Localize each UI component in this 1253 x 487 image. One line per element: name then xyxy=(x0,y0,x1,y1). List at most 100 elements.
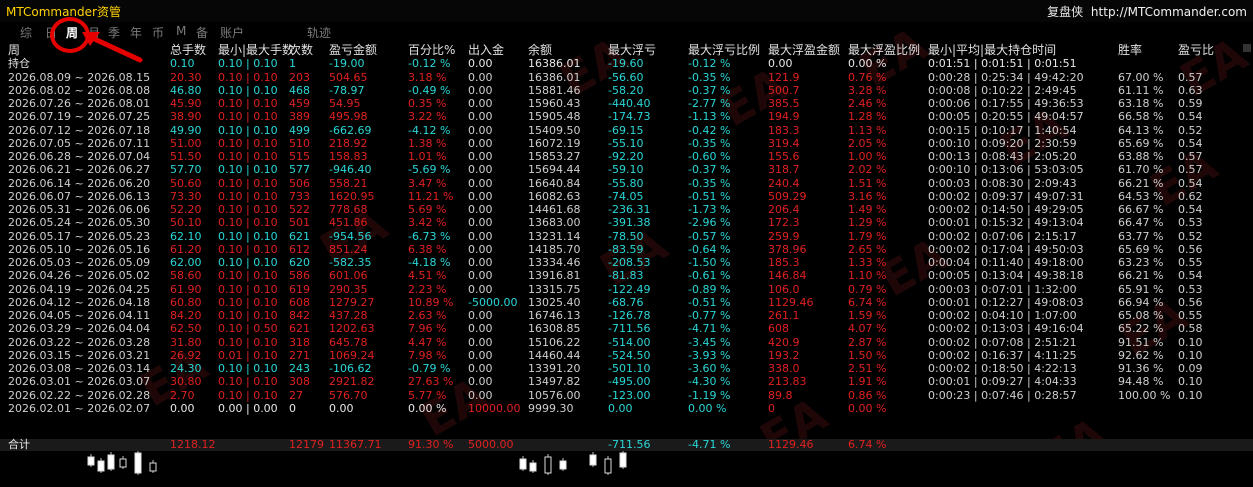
table-cell: 15409.50 xyxy=(528,123,581,137)
table-row[interactable]: 2026.05.17 ~ 2026.05.23 62.10 0.10 | 0.10 6… xyxy=(0,230,1253,243)
table-cell: -0.89 % xyxy=(688,282,731,296)
table-row[interactable]: 2026.06.21 ~ 2026.06.27 57.70 0.10 | 0.10 5… xyxy=(0,163,1253,176)
table-cell: -81.83 xyxy=(608,269,644,283)
table-cell: 24.30 xyxy=(170,362,202,375)
table-cell: -3.60 % xyxy=(688,362,731,375)
tab-0[interactable]: 综 xyxy=(20,24,32,41)
table-row[interactable]: 2026.03.01 ~ 2026.03.07 30.80 0.10 | 0.10 3… xyxy=(0,375,1253,388)
tab-7[interactable]: M xyxy=(176,24,186,38)
tab-8[interactable]: 备 xyxy=(196,24,208,41)
table-cell: 31.80 xyxy=(170,335,202,349)
table-cell: 2026.06.28 ~ 2026.07.04 xyxy=(8,150,151,163)
table-row[interactable]: 2026.05.03 ~ 2026.05.09 62.00 0.10 | 0.10 6… xyxy=(0,256,1253,269)
table-cell: 0.63 xyxy=(1178,83,1203,97)
table-row[interactable]: 2026.07.12 ~ 2026.07.18 49.90 0.10 | 0.10 4… xyxy=(0,124,1253,137)
tab-9[interactable]: 账户 xyxy=(220,24,244,41)
table-cell: 733 xyxy=(289,189,310,203)
table-cell: 319.4 xyxy=(768,136,800,150)
table-cell: 94.48 % xyxy=(1118,375,1164,389)
table-cell: 1.28 % xyxy=(848,110,887,124)
table-cell: 2.23 % xyxy=(408,282,447,296)
table-row[interactable]: 2026.06.28 ~ 2026.07.04 51.50 0.10 | 0.10 5… xyxy=(0,150,1253,163)
table-cell: 7.98 % xyxy=(408,348,447,362)
candle-body xyxy=(519,458,527,470)
table-cell: 2.51 % xyxy=(848,362,887,375)
table-cell: 495.98 xyxy=(329,110,368,124)
table-cell: 0.10 | 0.10 xyxy=(218,269,278,283)
table-cell: -0.35 % xyxy=(688,176,731,190)
tab-10[interactable]: 轨迹 xyxy=(307,24,331,41)
table-cell: 183.3 xyxy=(768,123,800,137)
table-row[interactable]: 2026.04.26 ~ 2026.05.02 58.60 0.10 | 0.10 5… xyxy=(0,269,1253,282)
table-row[interactable]: 2026.05.10 ~ 2026.05.16 61.20 0.10 | 0.10 6… xyxy=(0,243,1253,256)
table-cell: 45.90 xyxy=(170,97,202,110)
table-cell: 3.42 % xyxy=(408,216,447,230)
table-cell: 0.54 xyxy=(1178,136,1203,150)
table-cell: 0.10 | 0.10 xyxy=(218,136,278,150)
table-cell: -0.42 % xyxy=(688,123,731,137)
table-cell: -1.13 % xyxy=(688,110,731,124)
table-cell: 0:00:02 | 0:16:37 | 4:11:25 xyxy=(928,348,1077,362)
table-row[interactable]: 2026.04.05 ~ 2026.04.11 84.20 0.10 | 0.10 8… xyxy=(0,309,1253,322)
table-row[interactable]: 2026.03.15 ~ 2026.03.21 26.92 0.01 | 0.10 2… xyxy=(0,349,1253,362)
table-cell: 0:00:05 | 0:20:55 | 49:04:57 xyxy=(928,110,1084,124)
table-cell: -2.96 % xyxy=(688,216,731,230)
table-cell: 13391.20 xyxy=(528,362,581,375)
table-cell: 11.21 % xyxy=(408,189,454,203)
table-row[interactable]: 2026.02.22 ~ 2026.02.28 2.70 0.10 | 0.10 27… xyxy=(0,389,1253,402)
table-cell: 2.65 % xyxy=(848,242,887,256)
table-cell: 576.70 xyxy=(329,388,368,402)
table-row[interactable]: 2026.03.08 ~ 2026.03.14 24.30 0.10 | 0.10 2… xyxy=(0,362,1253,375)
column-header: 百分比% xyxy=(408,43,456,57)
table-cell: 0.00 xyxy=(468,83,493,97)
table-row[interactable]: 2026.05.31 ~ 2026.06.06 52.20 0.10 | 0.10 5… xyxy=(0,203,1253,216)
table-cell: 15694.44 xyxy=(528,163,581,177)
table-row[interactable]: 2026.04.19 ~ 2026.04.25 61.90 0.10 | 0.10 6… xyxy=(0,283,1253,296)
table-cell: 0.10 | 0.10 xyxy=(218,229,278,243)
site-url[interactable]: http://MTCommander.com xyxy=(1091,5,1247,19)
table-row[interactable]: 2026.02.01 ~ 2026.02.07 0.00 0.00 | 0.00 0 0… xyxy=(0,402,1253,415)
table-row[interactable]: 2026.07.26 ~ 2026.08.01 45.90 0.10 | 0.10 4… xyxy=(0,97,1253,110)
period-tab-bar: 综日周月季年币M备账户轨迹 xyxy=(0,22,1253,42)
table-cell: 0.00 % xyxy=(688,401,727,415)
table-cell: -69.15 xyxy=(608,123,644,137)
table-row[interactable]: 2026.08.02 ~ 2026.08.08 46.80 0.10 | 0.10 4… xyxy=(0,84,1253,97)
table-cell: 54.95 xyxy=(329,97,361,110)
table-cell: 50.10 xyxy=(170,216,202,230)
table-row[interactable]: 2026.04.12 ~ 2026.04.18 60.80 0.10 | 0.10 6… xyxy=(0,296,1253,309)
table-cell: 61.70 % xyxy=(1118,163,1164,177)
table-row[interactable]: 2026.03.29 ~ 2026.04.04 62.50 0.10 | 0.50 6… xyxy=(0,322,1253,335)
table-row[interactable]: 2026.06.14 ~ 2026.06.20 50.60 0.10 | 0.10 5… xyxy=(0,177,1253,190)
table-cell: -2.77 % xyxy=(688,97,731,110)
table-cell: 0:00:03 | 0:07:01 | 1:32:00 xyxy=(928,282,1077,296)
column-header: 最大浮盈比例 xyxy=(848,43,921,57)
table-cell: -0.51 % xyxy=(688,189,731,203)
table-cell: 194.9 xyxy=(768,110,800,124)
table-cell: 0:00:02 | 0:14:50 | 49:29:05 xyxy=(928,203,1084,216)
table-row[interactable]: 2026.05.24 ~ 2026.05.30 50.10 0.10 | 0.10 5… xyxy=(0,216,1253,229)
scrollbar-thumb[interactable] xyxy=(1243,44,1251,52)
table-row[interactable]: 2026.08.09 ~ 2026.08.15 20.30 0.10 | 0.10 2… xyxy=(0,71,1253,84)
table-cell: 14460.44 xyxy=(528,348,581,362)
table-row[interactable]: 2026.03.22 ~ 2026.03.28 31.80 0.10 | 0.10 3… xyxy=(0,336,1253,349)
table-cell: 0.54 xyxy=(1178,203,1203,216)
table-cell: 0:00:13 | 0:08:43 | 2:05:20 xyxy=(928,150,1077,163)
table-cell: 2026.05.24 ~ 2026.05.30 xyxy=(8,216,151,230)
table-cell: 558.21 xyxy=(329,176,368,190)
table-row[interactable]: 2026.06.07 ~ 2026.06.13 73.30 0.10 | 0.10 7… xyxy=(0,190,1253,203)
table-cell: -495.00 xyxy=(608,375,651,389)
column-header: 总手数 xyxy=(170,43,207,57)
table-cell: -59.10 xyxy=(608,163,644,177)
column-header: 最小|最大手数 xyxy=(218,43,295,57)
table-cell: 146.84 xyxy=(768,269,807,283)
candle-body xyxy=(149,462,157,472)
table-cell: -68.76 xyxy=(608,295,644,309)
table-cell: 0:00:08 | 0:10:22 | 2:49:45 xyxy=(928,83,1077,97)
table-cell: 2026.07.19 ~ 2026.07.25 xyxy=(8,110,151,124)
table-cell: 10.89 % xyxy=(408,295,454,309)
table-cell: 0:00:02 | 0:09:37 | 49:07:31 xyxy=(928,189,1084,203)
tab-6[interactable]: 币 xyxy=(152,24,164,41)
total-cell: -4.71 % xyxy=(688,438,731,451)
table-row[interactable]: 2026.07.05 ~ 2026.07.11 51.00 0.10 | 0.10 5… xyxy=(0,137,1253,150)
table-row[interactable]: 2026.07.19 ~ 2026.07.25 38.90 0.10 | 0.10 3… xyxy=(0,110,1253,123)
